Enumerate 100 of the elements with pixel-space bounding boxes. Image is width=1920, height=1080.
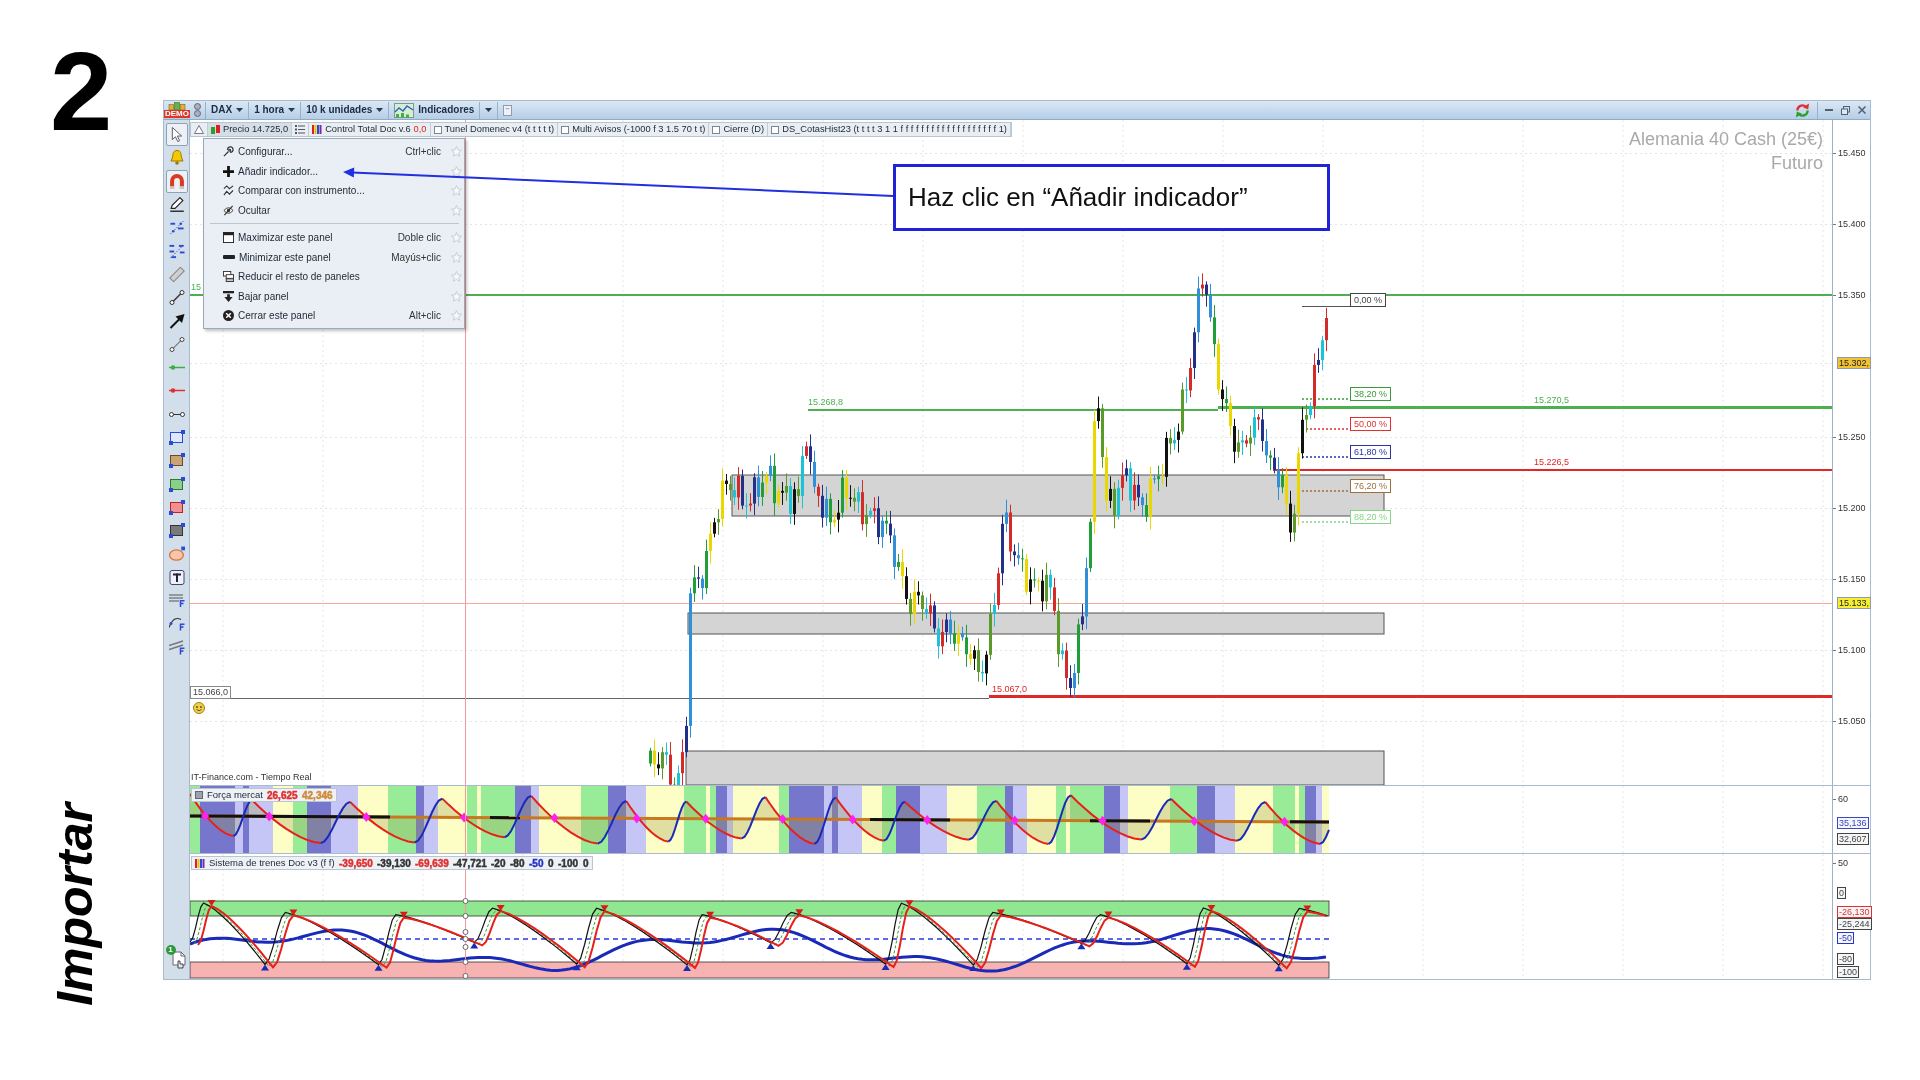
- axis-label: 15.450: [1833, 147, 1866, 159]
- indicator-value: 0: [548, 856, 554, 871]
- level-label: 15.066,0: [190, 686, 232, 699]
- checkbox[interactable]: [433, 125, 442, 134]
- dotted-lines-icon: [168, 220, 185, 236]
- warning-icon: [194, 125, 204, 134]
- level-label: 15.226,5: [1534, 457, 1570, 468]
- menu-item[interactable]: Comparar con instrumento...: [204, 181, 464, 201]
- axis-label: 32,607: [1837, 833, 1869, 845]
- indicator-label: Control Total Doc v.6: [325, 122, 411, 136]
- caret-icon: [376, 108, 384, 112]
- menu-item[interactable]: Maximizar este panel Doble clic: [204, 228, 464, 248]
- curve-icon: [168, 616, 185, 632]
- checkbox[interactable]: [771, 125, 780, 134]
- fib-label: 0,00 %: [1350, 293, 1387, 307]
- indicator-value: 0: [583, 856, 589, 871]
- rectangle-icon: [168, 499, 185, 515]
- menu-item[interactable]: Configurar... Ctrl+clic: [204, 142, 464, 162]
- menu-item[interactable]: Bajar panel: [204, 286, 464, 306]
- minus-icon: [223, 255, 235, 260]
- caret-icon: [236, 108, 244, 112]
- indicator-value: -39,130: [377, 856, 411, 871]
- axis-label: 0: [1837, 887, 1846, 899]
- document-icon: [170, 951, 188, 969]
- axis-label: -25,244: [1837, 918, 1872, 930]
- bar-down-icon: [223, 290, 234, 302]
- candles-icon: [211, 124, 220, 135]
- axis-label: 15.350: [1833, 289, 1866, 301]
- axis-label: -100: [1837, 966, 1859, 978]
- rectangle-icon: [168, 453, 185, 469]
- axis-label: 15.400: [1833, 218, 1866, 230]
- chart-icon: [394, 102, 415, 118]
- count-badge: 1: [165, 945, 176, 955]
- list-icon: [295, 125, 306, 134]
- axis-label: 15.250: [1833, 431, 1866, 443]
- dotted-grid-icon: [168, 243, 185, 259]
- two-circles-icon: [194, 103, 201, 117]
- demo-label: DEMO: [164, 110, 190, 118]
- indicator-value: -47,721: [453, 856, 487, 871]
- indicator-label: Tunel Domenec v4 (t t t t t): [444, 122, 555, 136]
- step-number: 2: [50, 44, 113, 140]
- fib-label: 88,20 %: [1350, 510, 1392, 524]
- axis-label: 15.050: [1833, 715, 1866, 727]
- window-icon: [223, 232, 234, 244]
- indicator-label: Multi Avisos (-1000 f 3 1.5 70 t t): [572, 122, 706, 136]
- cursor-arrow-tool[interactable]: [165, 123, 188, 147]
- eye-slash-icon: [223, 204, 234, 216]
- rectangle-icon: [168, 523, 185, 539]
- minimize-icon: [1825, 109, 1833, 111]
- axis-label: 60: [1833, 793, 1848, 805]
- checkbox[interactable]: [561, 125, 570, 134]
- menu-item[interactable]: Añadir indicador...: [204, 161, 464, 181]
- period-dropdown[interactable]: 1 hora: [248, 101, 301, 119]
- indicator-value: 0,0: [413, 122, 427, 136]
- color-bars-icon: [195, 858, 205, 868]
- magnet-icon: [168, 173, 185, 189]
- axis-label: 35,136: [1837, 817, 1869, 829]
- bell-icon: [168, 150, 185, 166]
- menu-item[interactable]: Minimizar este panel Mayús+clic: [204, 247, 464, 267]
- price-label: Precio 14.725,0: [223, 122, 289, 136]
- stack-icon: [223, 271, 234, 283]
- checkbox[interactable]: [712, 125, 721, 134]
- axis-label: 15.200: [1833, 502, 1866, 514]
- indicator-value: -69,639: [415, 856, 449, 871]
- axis-label: 15.100: [1833, 644, 1866, 656]
- smiley-icon: [193, 702, 205, 714]
- instrument-dropdown[interactable]: DAX: [205, 101, 249, 119]
- fib-label: 50,00 %: [1350, 417, 1392, 431]
- axis-label: 15.302,: [1837, 357, 1872, 369]
- indicator-value: -50: [529, 856, 544, 871]
- menu-item[interactable]: Reducir el resto de paneles: [204, 267, 464, 287]
- shortcut-text: Alt+clic: [409, 309, 441, 324]
- shortcut-text: Mayús+clic: [391, 250, 441, 265]
- indicators-button[interactable]: Indicadores: [388, 101, 480, 119]
- axis-label: 15.133,: [1837, 597, 1872, 609]
- fib-label: 76,20 %: [1350, 479, 1392, 493]
- instruction-callout: Haz clic en “Añadir indicador”: [893, 164, 1330, 231]
- step-caption: Importar: [50, 803, 100, 1006]
- menu-item[interactable]: Cerrar este panel Alt+clic: [204, 306, 464, 326]
- close-icon: [1858, 106, 1866, 114]
- menu-item[interactable]: Ocultar: [204, 200, 464, 220]
- arrow-icon: [168, 313, 185, 329]
- refresh-icon: [1795, 102, 1810, 118]
- indicator-label: DS_CotasHist23 (t t t t 3 1 1 f f f f f f f f f f f f f f f f f f f 1): [782, 122, 1007, 136]
- segment-icon: [168, 336, 185, 352]
- lines-icon: [168, 593, 185, 609]
- rectangle-icon: [168, 476, 185, 492]
- shortcut-text: Ctrl+clic: [405, 145, 441, 160]
- instrument-type: Futuro: [1770, 153, 1823, 173]
- units-dropdown[interactable]: 10 k unidades: [300, 101, 389, 119]
- axis-label: -50: [1837, 932, 1854, 944]
- axis-label: -80: [1837, 953, 1854, 965]
- pencil-icon: [168, 197, 185, 213]
- plus-icon: [223, 165, 234, 177]
- instrument-title: Alemania 40 Cash (25€): [1628, 129, 1823, 149]
- line-icon: [168, 290, 185, 306]
- magnet-tool[interactable]: [165, 169, 188, 193]
- buildings-icon: [167, 102, 187, 110]
- caret-icon: [288, 108, 296, 112]
- channel-icon: [168, 639, 185, 655]
